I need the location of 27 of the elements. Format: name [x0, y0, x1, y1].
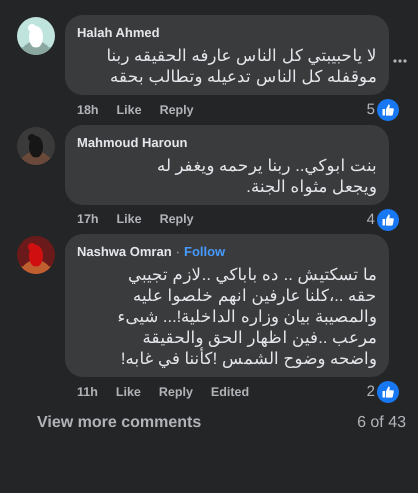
like-link[interactable]: Like: [116, 210, 142, 230]
reaction-count[interactable]: 4: [366, 208, 375, 231]
comment-time[interactable]: 17h: [77, 210, 99, 230]
reply-link[interactable]: Reply: [160, 210, 194, 230]
like-link[interactable]: Like: [116, 100, 142, 120]
comment-text: بنت ابوكي.. ربنا يرحمه ويغفر له ويجعل مثواه الجنة.: [156, 156, 377, 198]
author-name[interactable]: Mahmoud Haroun: [77, 134, 188, 150]
reply-link[interactable]: Reply: [160, 100, 194, 120]
comment-text: ما تسكتيش .. ده باباكي ..لازم تجيبي حقه ..،كلنا عارفين انهم خلصوا عليه والمصيبة بيان وزاره الداخلية!... شيىء مرعب ..فين اظهار الحق والحقيقة واضحه وضوح الشمس !كأننا في غابه!: [116, 265, 377, 370]
comment-text: لا ياحبيبتي كل الناس عارفه الحقيقه ربنا موقفله كل الناس تدعيله وتطالب بحقه: [105, 46, 377, 88]
more-options-icon[interactable]: [393, 59, 407, 63]
reply-link[interactable]: Reply: [158, 382, 193, 402]
like-icon[interactable]: [377, 381, 399, 404]
like-link[interactable]: Like: [116, 382, 141, 402]
reaction-count[interactable]: 5: [366, 99, 375, 122]
author-name[interactable]: Nashwa Omran: [77, 244, 172, 259]
comment-time[interactable]: 18h: [77, 100, 99, 120]
view-more-link[interactable]: View more comments: [37, 410, 202, 434]
comment-count: 6 of 43: [357, 412, 406, 432]
edited-label: Edited: [210, 384, 250, 401]
author-name[interactable]: Halah Ahmed: [77, 25, 160, 40]
follow-link[interactable]: Follow: [184, 244, 226, 259]
comment-time[interactable]: 11h: [77, 382, 98, 402]
reaction-count[interactable]: 2: [366, 381, 375, 404]
separator-dot: ·: [176, 244, 180, 259]
like-icon[interactable]: [377, 208, 399, 231]
like-icon[interactable]: [377, 99, 399, 122]
